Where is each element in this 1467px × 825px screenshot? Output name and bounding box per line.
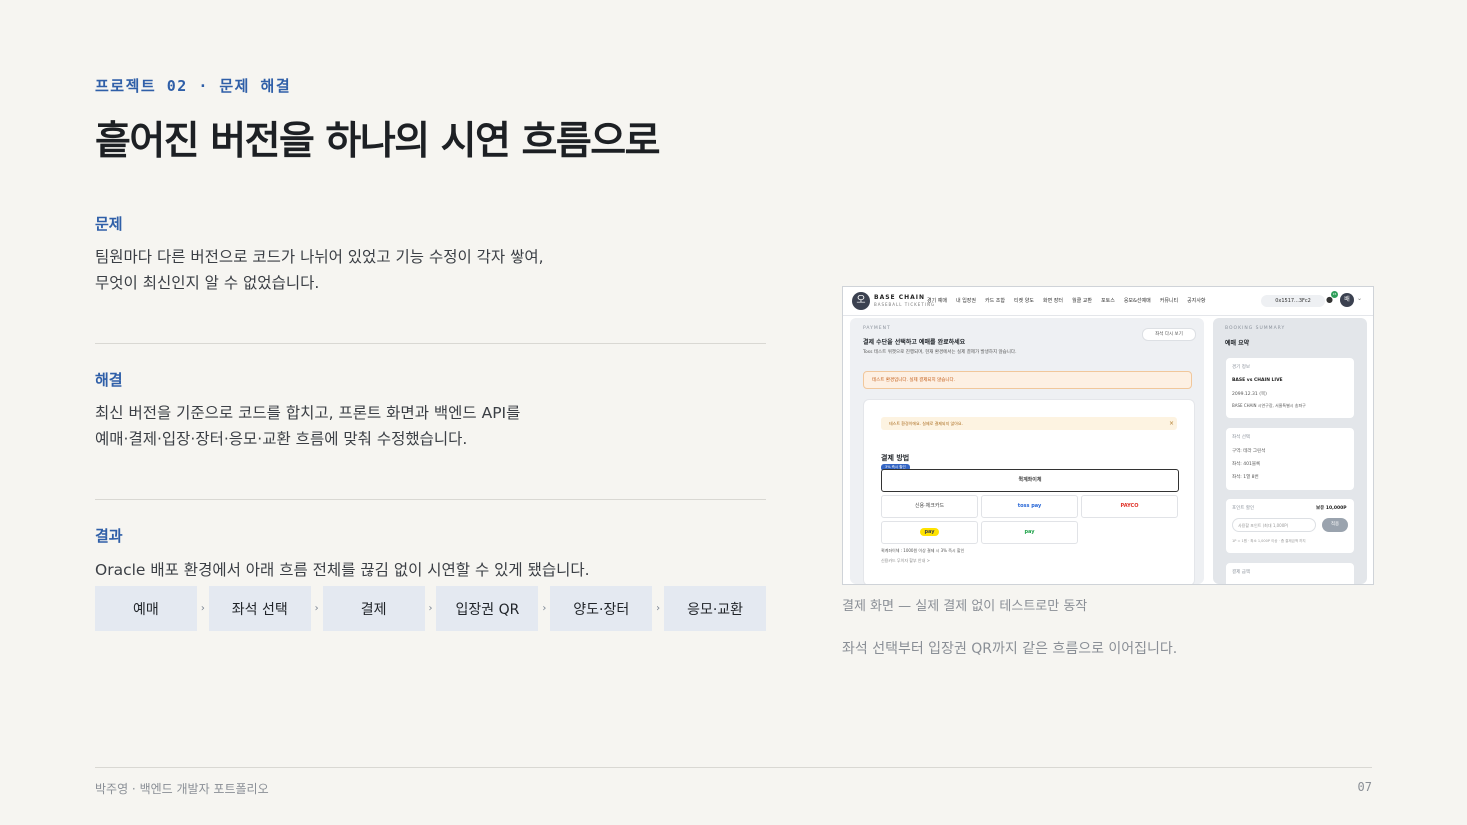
method-quick-transfer: 퀵계좌이체 — [881, 469, 1179, 492]
point-value: 보유 10,000P — [1316, 506, 1347, 511]
close-icon: × — [1169, 420, 1175, 427]
test-warning-inner: 테스트 환경이에요. 실제로 결제되지 않아요. — [881, 417, 1177, 430]
problem-heading: 문제 — [95, 215, 123, 233]
method-note: 퀵계좌이체 : 1000원 이상 결제 시 3% 즉시 할인 — [881, 548, 965, 553]
kakaopay-label: pay — [920, 528, 939, 536]
wallet-address: 0x1517...3Fc2 — [1261, 295, 1325, 307]
method-naverpay: pay — [981, 521, 1078, 544]
nav-item: 티켓 양도 — [1014, 298, 1034, 304]
method-title: 결제 방법 — [881, 454, 910, 462]
flow-note: 좌석 선택부터 입장권 QR까지 같은 흐름으로 이어집니다. — [842, 641, 1178, 657]
nav-item: 내 입장권 — [956, 298, 976, 304]
nav-item: 카드 조합 — [985, 298, 1005, 304]
footer-author: 박주영 · 백엔드 개발자 포트폴리오 — [95, 782, 269, 796]
pay-label: 결제 금액 — [1232, 570, 1250, 575]
summary-pane: BOOKING SUMMARY 예매 요약 경기 정보 BASE vs CHAI… — [1213, 318, 1367, 584]
result-text: Oracle 배포 환경에서 아래 흐름 전체를 끊김 없이 시연할 수 있게 … — [95, 561, 590, 579]
flow-steps: 예매 › 좌석 선택 › 결제 › 입장권 QR › 양도·장터 › 응모·교환 — [95, 586, 766, 631]
nav-item: 경기 예매 — [927, 298, 947, 304]
seat-count: 좌석: 1열 8번 — [1232, 475, 1259, 480]
chevron-right-icon: › — [314, 603, 319, 614]
game-name: BASE vs CHAIN LIVE — [1232, 378, 1283, 383]
point-note: 1P = 1원 · 최소 1,000P 이상 · 좀 결제금액 까지 — [1232, 539, 1306, 543]
seat-label: 좌석 선택 — [1232, 435, 1250, 440]
nav-item: 포토스 — [1101, 298, 1115, 304]
game-label: 경기 정보 — [1232, 365, 1250, 370]
divider — [95, 343, 766, 344]
flow-step-qr: 입장권 QR — [436, 586, 539, 631]
app-brand: BASE CHAIN BASEBALL TICKETING — [874, 294, 935, 308]
flow-step-payment: 결제 — [322, 586, 425, 631]
notification-badge: 15 — [1331, 291, 1338, 298]
chevron-right-icon: › — [200, 603, 205, 614]
payment-title: 결제 수단을 선택하고 예매를 완료하세요 — [863, 339, 966, 346]
problem-text: 팀원마다 다른 버전으로 코드가 나뉘어 있었고 기능 수정이 각자 쌓여, 무… — [95, 244, 695, 296]
method-tosspay: toss pay — [981, 495, 1078, 518]
flow-step-seat: 좌석 선택 — [208, 586, 311, 631]
summary-title: 예매 요약 — [1225, 340, 1250, 347]
problem-line-1: 팀원마다 다른 버전으로 코드가 나뉘어 있었고 기능 수정이 각자 쌓여, — [95, 248, 544, 266]
point-apply-button: 적용 — [1322, 518, 1348, 532]
brand-name: BASE CHAIN — [874, 294, 926, 301]
nav-item: 공지사항 — [1187, 298, 1206, 304]
payment-desc: Toss 테스트 위젯으로 진행되며, 현재 환경에서는 실제 결제가 발생하지… — [863, 350, 1017, 355]
method-payco: PAYCO — [1081, 495, 1178, 518]
point-label: 포인트 할인 — [1232, 506, 1255, 511]
point-input: 사용할 포인트 (최대 1,000P) — [1232, 518, 1316, 532]
nav-item: 월클 교환 — [1072, 298, 1092, 304]
nav-item: 화면 장터 — [1043, 298, 1063, 304]
nav-item: 커뮤니티 — [1159, 298, 1179, 304]
app-nav-items: 경기 예매 내 입장권 카드 조합 티켓 양도 화면 장터 월클 교환 포토스 … — [927, 297, 1206, 304]
method-note-2: 신용카드 무이자 할부 안내 > — [881, 558, 930, 563]
payment-label: PAYMENT — [863, 326, 891, 331]
solution-heading: 해결 — [95, 371, 123, 389]
solution-text: 최신 버전을 기준으로 코드를 합치고, 프론트 화면과 백엔드 API를 예매… — [95, 400, 695, 452]
page-title: 흩어진 버전을 하나의 시연 흐름으로 — [95, 119, 661, 164]
app-navbar: 오 BASE CHAIN BASEBALL TICKETING 경기 예매 내 … — [843, 287, 1373, 316]
point-card: 포인트 할인 보유 10,000P 사용할 포인트 (최대 1,000P) 적용… — [1225, 498, 1355, 554]
flow-step-raffle: 응모·교환 — [664, 586, 766, 631]
summary-label: BOOKING SUMMARY — [1225, 326, 1286, 331]
payment-card: 테스트 환경이에요. 실제로 결제되지 않아요. × 결제 방법 3% 즉시 할… — [863, 399, 1195, 584]
chevron-down-icon: ⌄ — [1357, 295, 1363, 302]
avatar: 배 — [1340, 293, 1354, 307]
problem-line-2: 무엇이 최신인지 알 수 없었습니다. — [95, 274, 320, 292]
payment-pane: PAYMENT 결제 수단을 선택하고 예매를 완료하세요 Toss 테스트 위… — [850, 318, 1204, 584]
test-warning: 테스트 환경입니다. 실제 결제되지 않습니다. — [863, 371, 1192, 389]
solution-line-2: 예매·결제·입장·장터·응모·교환 흐름에 맞춰 수정했습니다. — [95, 430, 468, 448]
chevron-right-icon: › — [656, 603, 661, 614]
game-date: 2099.12.31 (목) — [1232, 392, 1267, 397]
pay-amount-card: 결제 금액 — [1225, 562, 1355, 584]
result-heading: 결과 — [95, 527, 123, 545]
footer-divider — [95, 767, 1372, 768]
chevron-right-icon: › — [542, 603, 547, 614]
flow-step-market: 양도·장터 — [550, 586, 653, 631]
game-place: BASE CHAIN 시연구장, 서울특별시 송파구 — [1232, 403, 1306, 408]
eyebrow: 프로젝트 02 · 문제 해결 — [95, 77, 292, 95]
screenshot-caption: 결제 화면 — 실제 결제 없이 테스트로만 동작 — [842, 599, 1088, 614]
divider — [95, 499, 766, 500]
seat-info-card: 좌석 선택 구역: 테라 그린석 좌석: 401블록 좌석: 1열 8번 — [1225, 427, 1355, 491]
chevron-right-icon: › — [428, 603, 433, 614]
payment-screenshot: 오 BASE CHAIN BASEBALL TICKETING 경기 예매 내 … — [842, 286, 1374, 585]
flow-step-booking: 예매 — [95, 586, 197, 631]
app-logo: 오 — [852, 292, 870, 310]
nav-item: 응모&선예매 — [1123, 298, 1151, 304]
brand-sub: BASEBALL TICKETING — [874, 302, 936, 307]
seat-zone: 구역: 테라 그린석 — [1232, 449, 1266, 454]
method-kakaopay: pay — [881, 521, 978, 544]
page-number: 07 — [1357, 780, 1372, 794]
solution-line-1: 최신 버전을 기준으로 코드를 합치고, 프론트 화면과 백엔드 API를 — [95, 404, 521, 422]
seat-number: 좌석: 401블록 — [1232, 462, 1261, 467]
method-card: 신용·체크카드 — [881, 495, 978, 518]
back-to-seat-button: 좌석 다시 보기 — [1142, 328, 1196, 341]
game-info-card: 경기 정보 BASE vs CHAIN LIVE 2099.12.31 (목) … — [1225, 357, 1355, 419]
